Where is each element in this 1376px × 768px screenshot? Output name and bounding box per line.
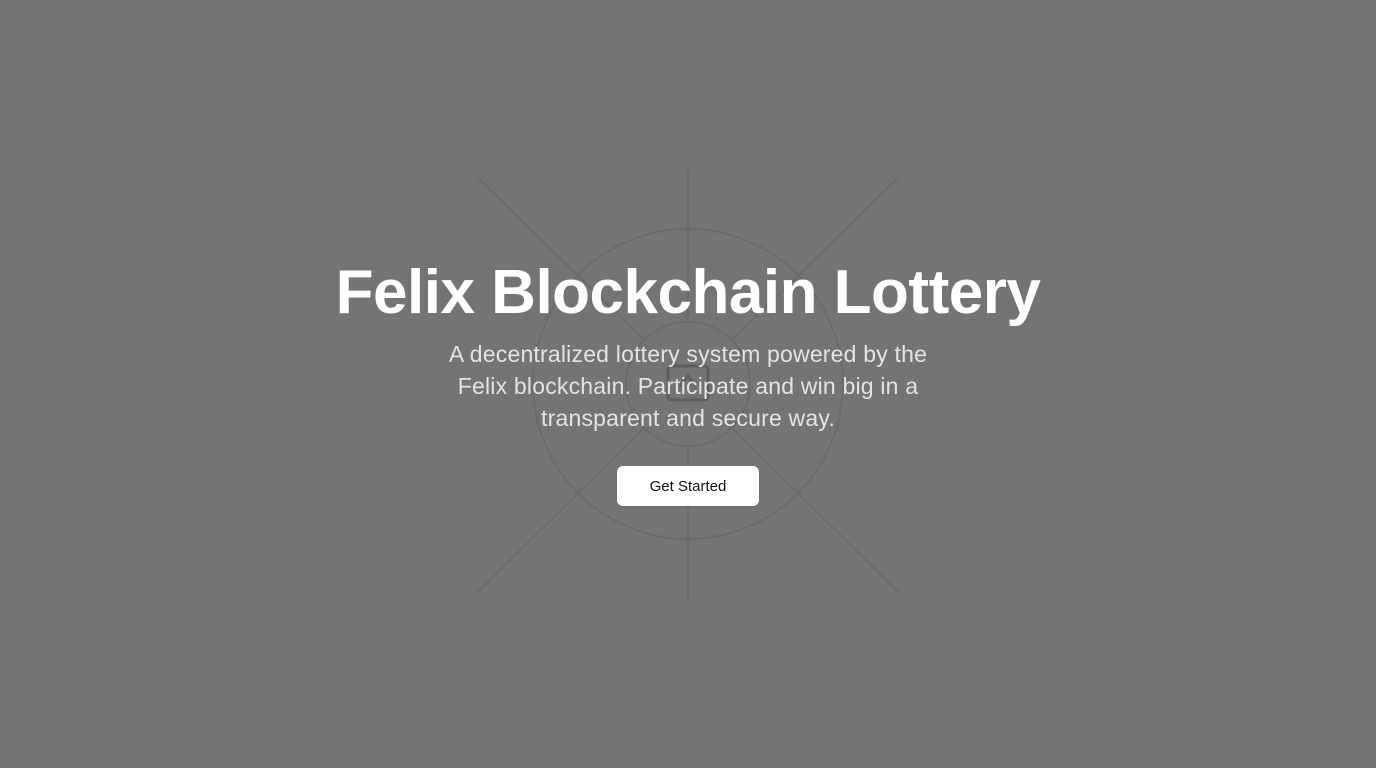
page-title: Felix Blockchain Lottery — [335, 258, 1041, 327]
hero-subtitle: A decentralized lottery system powered b… — [448, 341, 928, 431]
hero-section: Felix Blockchain Lottery A decentralized… — [0, 0, 1376, 768]
get-started-button[interactable]: Get Started — [617, 466, 759, 506]
